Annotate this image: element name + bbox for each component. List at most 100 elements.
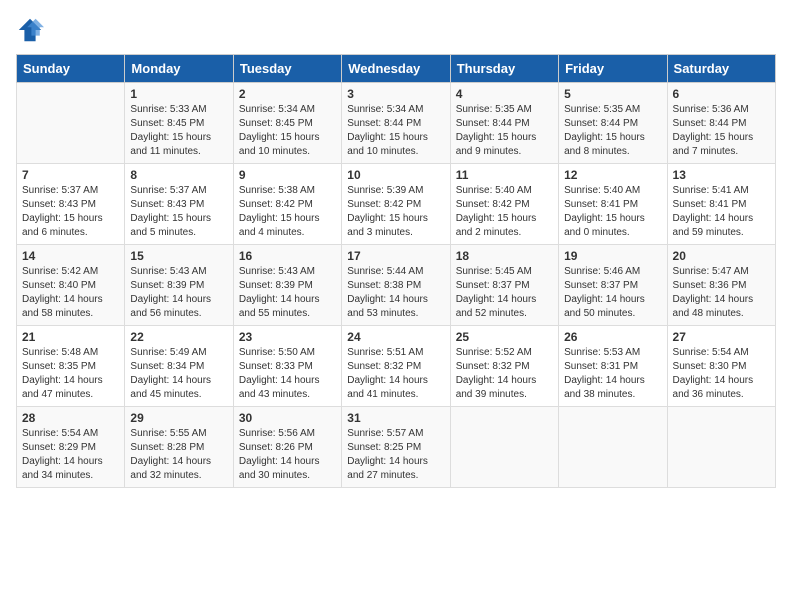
day-number: 22 <box>130 330 227 344</box>
day-number: 13 <box>673 168 770 182</box>
calendar-cell: 5 Sunrise: 5:35 AMSunset: 8:44 PMDaylight… <box>559 83 667 164</box>
day-number: 29 <box>130 411 227 425</box>
day-number: 17 <box>347 249 444 263</box>
day-number: 24 <box>347 330 444 344</box>
day-info: Sunrise: 5:56 AMSunset: 8:26 PMDaylight:… <box>239 427 336 483</box>
day-info: Sunrise: 5:48 AMSunset: 8:35 PMDaylight:… <box>22 346 119 402</box>
calendar-week-row: 28Sunrise: 5:54 AMSunset: 8:29 PMDayligh… <box>17 407 776 488</box>
weekday-header: Saturday <box>667 55 775 83</box>
calendar-cell: 7Sunrise: 5:37 AMSunset: 8:43 PMDaylight… <box>17 164 125 245</box>
calendar-cell: 31 Sunrise: 5:57 AMSunset: 8:25 PMDayligh… <box>342 407 450 488</box>
calendar-cell: 23Sunrise: 5:50 AMSunset: 8:33 PMDayligh… <box>233 326 341 407</box>
day-number: 9 <box>239 168 336 182</box>
calendar-cell: 21 Sunrise: 5:48 AMSunset: 8:35 PMDayligh… <box>17 326 125 407</box>
calendar-cell: 1 Sunrise: 5:33 AMSunset: 8:45 PMDaylight… <box>125 83 233 164</box>
day-number: 8 <box>130 168 227 182</box>
calendar-cell: 2Sunrise: 5:34 AMSunset: 8:45 PMDaylight… <box>233 83 341 164</box>
day-number: 14 <box>22 249 119 263</box>
calendar-cell: 27 Sunrise: 5:54 AMSunset: 8:30 PMDayligh… <box>667 326 775 407</box>
day-info: Sunrise: 5:54 AMSunset: 8:29 PMDaylight:… <box>22 427 119 483</box>
day-number: 20 <box>673 249 770 263</box>
calendar-week-row: 21 Sunrise: 5:48 AMSunset: 8:35 PMDayligh… <box>17 326 776 407</box>
calendar-cell: 8 Sunrise: 5:37 AMSunset: 8:43 PMDaylight… <box>125 164 233 245</box>
day-number: 1 <box>130 87 227 101</box>
calendar-cell: 13 Sunrise: 5:41 AMSunset: 8:41 PMDayligh… <box>667 164 775 245</box>
day-info: Sunrise: 5:57 AMSunset: 8:25 PMDaylight:… <box>347 427 444 483</box>
calendar-week-row: 1 Sunrise: 5:33 AMSunset: 8:45 PMDaylight… <box>17 83 776 164</box>
weekday-header-row: SundayMondayTuesdayWednesdayThursdayFrid… <box>17 55 776 83</box>
day-number: 31 <box>347 411 444 425</box>
day-number: 30 <box>239 411 336 425</box>
day-number: 11 <box>456 168 553 182</box>
logo <box>16 16 48 44</box>
calendar-cell: 22Sunrise: 5:49 AMSunset: 8:34 PMDayligh… <box>125 326 233 407</box>
day-info: Sunrise: 5:33 AMSunset: 8:45 PMDaylight:… <box>130 103 227 159</box>
day-info: Sunrise: 5:53 AMSunset: 8:31 PMDaylight:… <box>564 346 661 402</box>
day-info: Sunrise: 5:41 AMSunset: 8:41 PMDaylight:… <box>673 184 770 240</box>
day-info: Sunrise: 5:34 AMSunset: 8:44 PMDaylight:… <box>347 103 444 159</box>
weekday-header: Monday <box>125 55 233 83</box>
day-info: Sunrise: 5:42 AMSunset: 8:40 PMDaylight:… <box>22 265 119 321</box>
calendar-cell: 17 Sunrise: 5:44 AMSunset: 8:38 PMDayligh… <box>342 245 450 326</box>
day-info: Sunrise: 5:51 AMSunset: 8:32 PMDaylight:… <box>347 346 444 402</box>
day-info: Sunrise: 5:52 AMSunset: 8:32 PMDaylight:… <box>456 346 553 402</box>
day-number: 23 <box>239 330 336 344</box>
calendar-table: SundayMondayTuesdayWednesdayThursdayFrid… <box>16 54 776 488</box>
weekday-header: Tuesday <box>233 55 341 83</box>
day-number: 10 <box>347 168 444 182</box>
calendar-cell <box>559 407 667 488</box>
day-info: Sunrise: 5:54 AMSunset: 8:30 PMDaylight:… <box>673 346 770 402</box>
day-number: 6 <box>673 87 770 101</box>
day-number: 27 <box>673 330 770 344</box>
day-info: Sunrise: 5:37 AMSunset: 8:43 PMDaylight:… <box>130 184 227 240</box>
calendar-cell: 6 Sunrise: 5:36 AMSunset: 8:44 PMDaylight… <box>667 83 775 164</box>
calendar-cell: 20 Sunrise: 5:47 AMSunset: 8:36 PMDayligh… <box>667 245 775 326</box>
day-info: Sunrise: 5:44 AMSunset: 8:38 PMDaylight:… <box>347 265 444 321</box>
calendar-cell: 16 Sunrise: 5:43 AMSunset: 8:39 PMDayligh… <box>233 245 341 326</box>
day-number: 25 <box>456 330 553 344</box>
calendar-cell: 3 Sunrise: 5:34 AMSunset: 8:44 PMDaylight… <box>342 83 450 164</box>
day-info: Sunrise: 5:55 AMSunset: 8:28 PMDaylight:… <box>130 427 227 483</box>
calendar-cell: 10 Sunrise: 5:39 AMSunset: 8:42 PMDayligh… <box>342 164 450 245</box>
calendar-cell: 18 Sunrise: 5:45 AMSunset: 8:37 PMDayligh… <box>450 245 558 326</box>
day-info: Sunrise: 5:43 AMSunset: 8:39 PMDaylight:… <box>239 265 336 321</box>
weekday-header: Friday <box>559 55 667 83</box>
weekday-header: Wednesday <box>342 55 450 83</box>
day-number: 19 <box>564 249 661 263</box>
day-number: 16 <box>239 249 336 263</box>
day-info: Sunrise: 5:39 AMSunset: 8:42 PMDaylight:… <box>347 184 444 240</box>
day-info: Sunrise: 5:38 AMSunset: 8:42 PMDaylight:… <box>239 184 336 240</box>
calendar-cell: 9 Sunrise: 5:38 AMSunset: 8:42 PMDaylight… <box>233 164 341 245</box>
day-number: 3 <box>347 87 444 101</box>
day-info: Sunrise: 5:40 AMSunset: 8:42 PMDaylight:… <box>456 184 553 240</box>
day-number: 5 <box>564 87 661 101</box>
day-number: 21 <box>22 330 119 344</box>
day-info: Sunrise: 5:36 AMSunset: 8:44 PMDaylight:… <box>673 103 770 159</box>
calendar-cell <box>17 83 125 164</box>
calendar-cell: 29 Sunrise: 5:55 AMSunset: 8:28 PMDayligh… <box>125 407 233 488</box>
calendar-cell <box>667 407 775 488</box>
day-number: 4 <box>456 87 553 101</box>
calendar-cell: 12Sunrise: 5:40 AMSunset: 8:41 PMDayligh… <box>559 164 667 245</box>
calendar-cell: 30 Sunrise: 5:56 AMSunset: 8:26 PMDayligh… <box>233 407 341 488</box>
weekday-header: Sunday <box>17 55 125 83</box>
calendar-week-row: 14 Sunrise: 5:42 AMSunset: 8:40 PMDayligh… <box>17 245 776 326</box>
calendar-cell <box>450 407 558 488</box>
page-header <box>16 16 776 44</box>
calendar-cell: 15Sunrise: 5:43 AMSunset: 8:39 PMDayligh… <box>125 245 233 326</box>
day-info: Sunrise: 5:45 AMSunset: 8:37 PMDaylight:… <box>456 265 553 321</box>
day-number: 18 <box>456 249 553 263</box>
day-number: 26 <box>564 330 661 344</box>
day-info: Sunrise: 5:35 AMSunset: 8:44 PMDaylight:… <box>564 103 661 159</box>
calendar-cell: 24 Sunrise: 5:51 AMSunset: 8:32 PMDayligh… <box>342 326 450 407</box>
day-info: Sunrise: 5:46 AMSunset: 8:37 PMDaylight:… <box>564 265 661 321</box>
calendar-cell: 26 Sunrise: 5:53 AMSunset: 8:31 PMDayligh… <box>559 326 667 407</box>
calendar-cell: 14 Sunrise: 5:42 AMSunset: 8:40 PMDayligh… <box>17 245 125 326</box>
calendar-cell: 4Sunrise: 5:35 AMSunset: 8:44 PMDaylight… <box>450 83 558 164</box>
day-info: Sunrise: 5:47 AMSunset: 8:36 PMDaylight:… <box>673 265 770 321</box>
day-number: 7 <box>22 168 119 182</box>
logo-icon <box>16 16 44 44</box>
calendar-cell: 28Sunrise: 5:54 AMSunset: 8:29 PMDayligh… <box>17 407 125 488</box>
weekday-header: Thursday <box>450 55 558 83</box>
day-info: Sunrise: 5:40 AMSunset: 8:41 PMDaylight:… <box>564 184 661 240</box>
